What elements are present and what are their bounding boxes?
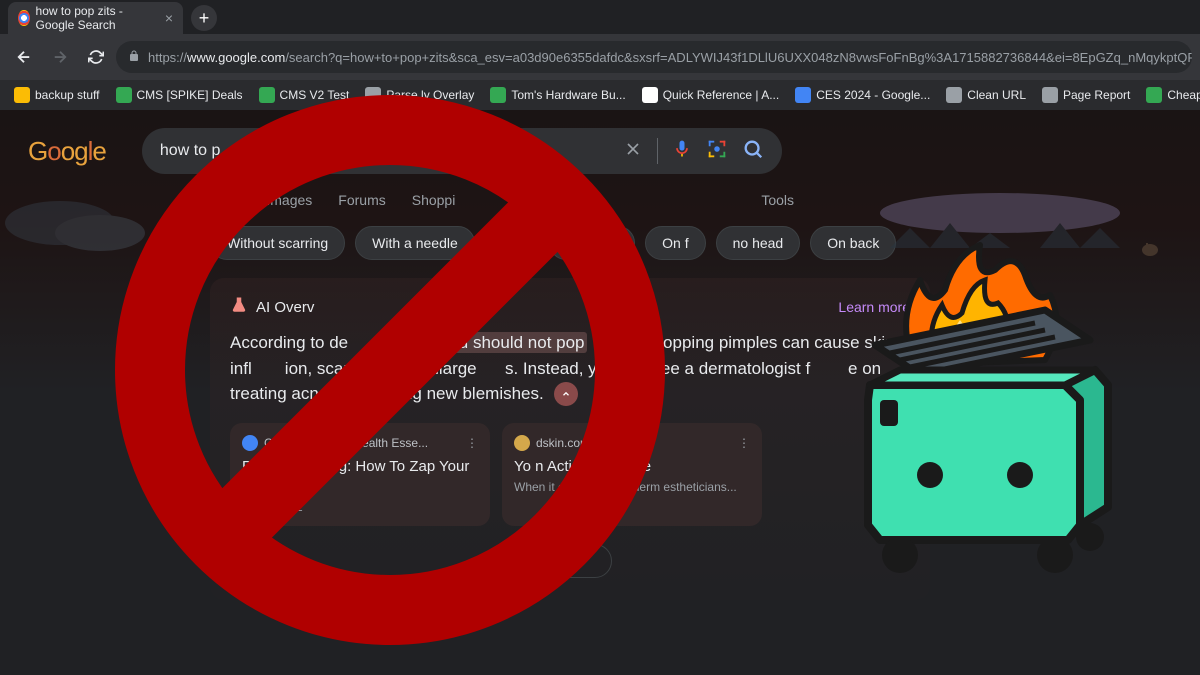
- source-card[interactable]: dskin.com ⋮ Yo n Actio Spo imple When it…: [502, 423, 762, 526]
- voice-search-icon[interactable]: [672, 139, 692, 164]
- bookmark-label: CMS V2 Test: [280, 88, 350, 102]
- source-favicon: [242, 435, 258, 451]
- bookmark-favicon: [642, 87, 658, 103]
- bookmark-favicon: [946, 87, 962, 103]
- bookmark-item[interactable]: CMS V2 Test: [253, 83, 356, 107]
- close-tab-icon[interactable]: ×: [165, 10, 173, 26]
- menu-icon[interactable]: ⋮: [738, 436, 750, 450]
- bookmark-label: backup stuff: [35, 88, 100, 102]
- source-title: Pimple Popping: How To Zap Your Zits: [242, 457, 478, 496]
- bookmark-label: CES 2024 - Google...: [816, 88, 930, 102]
- tab-images[interactable]: Images: [266, 192, 312, 208]
- source-title: Yo n Actio Spo imple: [514, 457, 750, 477]
- bookmark-item[interactable]: Quick Reference | A...: [636, 83, 786, 107]
- bookmarks-bar: backup stuff CMS [SPIKE] Deals CMS V2 Test…: [0, 80, 1200, 110]
- bookmark-favicon: [365, 87, 381, 103]
- bookmark-label: Page Report: [1063, 88, 1130, 102]
- tab-title: how to pop zits - Google Search: [36, 4, 159, 32]
- address-bar: https://www.google.com/search?q=how+to+p…: [0, 34, 1200, 80]
- divider: [657, 138, 658, 164]
- bookmark-favicon: [1042, 87, 1058, 103]
- bookmark-label: CMS [SPIKE] Deals: [137, 88, 243, 102]
- search-bar[interactable]: [142, 128, 782, 174]
- browser-tab[interactable]: how to pop zits - Google Search ×: [8, 2, 183, 34]
- filter-chip[interactable]: At home: [549, 226, 635, 260]
- search-input[interactable]: [160, 142, 609, 160]
- bookmark-label: Clean URL: [967, 88, 1026, 102]
- filter-chip[interactable]: Without scarring: [210, 226, 345, 260]
- url-input[interactable]: https://www.google.com/search?q=how+to+p…: [116, 41, 1192, 73]
- bookmark-item[interactable]: Parse.ly Overlay: [359, 83, 480, 107]
- url-host: www.google.com: [187, 50, 285, 65]
- expand-button[interactable]: [554, 382, 578, 406]
- bookmark-label: Cheapest CPUs, GP...: [1167, 88, 1200, 102]
- search-icon[interactable]: [742, 138, 764, 165]
- back-button[interactable]: [8, 41, 40, 73]
- page-content: Google deos Images Forums Shoppi Tools W…: [0, 110, 1200, 675]
- bookmark-favicon: [259, 87, 275, 103]
- bookmark-favicon: [116, 87, 132, 103]
- source-meta: When it c f things that derm esthetician…: [514, 480, 750, 494]
- bookmark-item[interactable]: Tom's Hardware Bu...: [484, 83, 631, 107]
- bookmark-favicon: [795, 87, 811, 103]
- bookmark-favicon: [14, 87, 30, 103]
- bookmark-item[interactable]: Cheapest CPUs, GP...: [1140, 83, 1200, 107]
- source-cards: Cleveland Clinic Health Esse... ⋮ Pimple…: [230, 423, 910, 526]
- lens-icon[interactable]: [706, 138, 728, 165]
- tab-bar: how to pop zits - Google Search × +: [0, 0, 1200, 34]
- bookmark-favicon: [490, 87, 506, 103]
- tab-shopping[interactable]: Shoppi: [412, 192, 456, 208]
- bookmark-label: Tom's Hardware Bu...: [511, 88, 625, 102]
- learn-more-link[interactable]: Learn more: [838, 299, 910, 315]
- bookmark-label: Parse.ly Overlay: [386, 88, 474, 102]
- google-favicon: [18, 10, 30, 26]
- bookmark-item[interactable]: CMS [SPIKE] Deals: [110, 83, 249, 107]
- clear-icon[interactable]: [623, 139, 643, 164]
- new-tab-button[interactable]: +: [191, 5, 217, 31]
- tab-forums[interactable]: Forums: [338, 192, 385, 208]
- url-protocol: https://: [148, 50, 187, 65]
- filter-chips: Without scarring With a needle ear At home O…: [0, 220, 1200, 278]
- filter-chip[interactable]: On f: [645, 226, 705, 260]
- google-logo[interactable]: Google: [28, 136, 106, 167]
- filter-chip[interactable]: On back: [810, 226, 896, 260]
- show-more-button[interactable]: ore: [528, 544, 612, 578]
- menu-icon[interactable]: ⋮: [466, 436, 478, 450]
- bookmark-label: Quick Reference | A...: [663, 88, 780, 102]
- filter-chip[interactable]: no head: [716, 226, 801, 260]
- source-site: dskin.com: [536, 436, 590, 450]
- search-tabs: deos Images Forums Shoppi Tools: [0, 180, 1200, 220]
- bookmark-favicon: [1146, 87, 1162, 103]
- forward-button[interactable]: [44, 41, 76, 73]
- bookmark-item[interactable]: backup stuff: [8, 83, 106, 107]
- source-site: Cleveland Clinic Health Esse...: [264, 436, 428, 450]
- ai-overview-section: AI Overv Learn more According to de logi…: [210, 278, 930, 600]
- bookmark-item[interactable]: CES 2024 - Google...: [789, 83, 936, 107]
- reload-button[interactable]: [80, 41, 112, 73]
- source-favicon: [514, 435, 530, 451]
- tab-videos[interactable]: deos: [210, 192, 240, 208]
- source-card[interactable]: Cleveland Clinic Health Esse... ⋮ Pimple…: [230, 423, 490, 526]
- tools-button[interactable]: Tools: [761, 192, 794, 208]
- lock-icon: [128, 50, 140, 65]
- ai-overview-label: AI Overv: [230, 296, 314, 318]
- ai-overview-text: According to de logists, you should not …: [230, 330, 910, 407]
- filter-chip[interactable]: With a needle: [355, 226, 475, 260]
- source-date: ar 14, 2022: [242, 500, 478, 514]
- bookmark-item[interactable]: Page Report: [1036, 83, 1136, 107]
- filter-chip[interactable]: ear: [485, 226, 539, 260]
- flask-icon: [230, 296, 248, 318]
- url-path: /search?q=how+to+pop+zits&sca_esv=a03d90…: [285, 50, 1192, 65]
- bookmark-item[interactable]: Clean URL: [940, 83, 1032, 107]
